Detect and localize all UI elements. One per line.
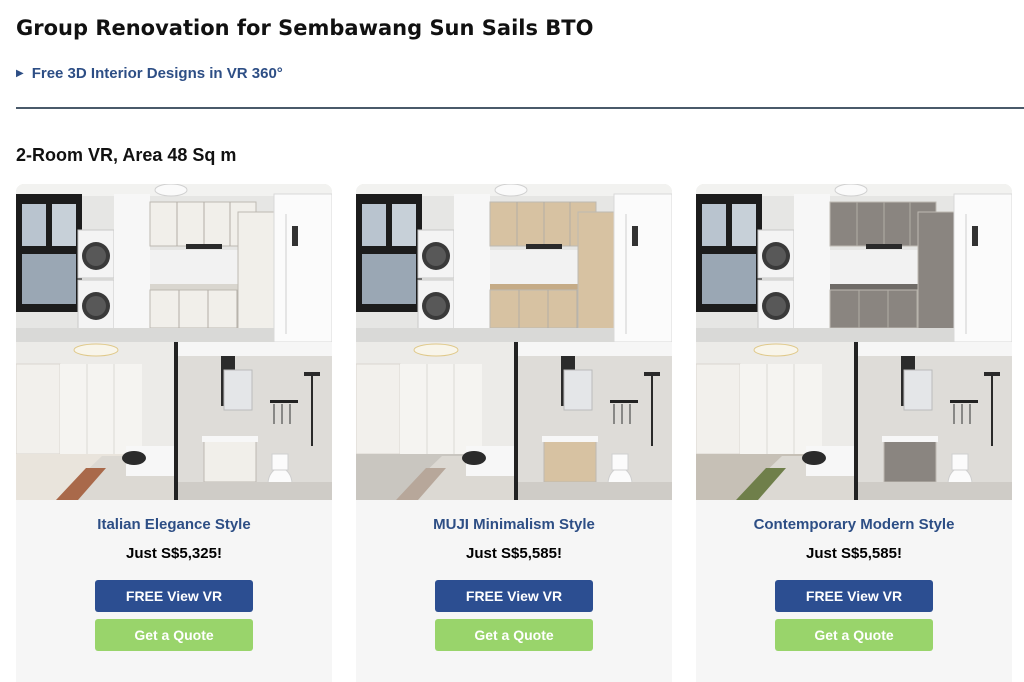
get-quote-button[interactable]: Get a Quote xyxy=(435,619,593,651)
vr-designs-disclosure[interactable]: ▶ Free 3D Interior Designs in VR 360° xyxy=(16,65,283,82)
view-vr-button[interactable]: FREE View VR xyxy=(95,580,253,612)
section-title: 2-Room VR, Area 48 Sq m xyxy=(16,145,237,165)
design-card: Contemporary Modern Style Just S$5,585! … xyxy=(696,184,1012,682)
style-name: Contemporary Modern Style xyxy=(753,516,955,533)
disclosure-triangle-icon: ▶ xyxy=(16,68,24,79)
interior-render-image xyxy=(356,184,672,500)
style-name: MUJI Minimalism Style xyxy=(433,516,595,533)
style-name: Italian Elegance Style xyxy=(97,516,251,533)
price: Just S$5,585! xyxy=(466,545,562,562)
get-quote-button[interactable]: Get a Quote xyxy=(775,619,933,651)
view-vr-button[interactable]: FREE View VR xyxy=(435,580,593,612)
view-vr-button[interactable]: FREE View VR xyxy=(775,580,933,612)
disclosure-label: Free 3D Interior Designs in VR 360° xyxy=(31,65,283,82)
section-divider xyxy=(16,107,1024,109)
design-card: MUJI Minimalism Style Just S$5,585! FREE… xyxy=(356,184,672,682)
get-quote-button[interactable]: Get a Quote xyxy=(95,619,253,651)
interior-render-image xyxy=(16,184,332,500)
design-card: Italian Elegance Style Just S$5,325! FRE… xyxy=(16,184,332,682)
price: Just S$5,325! xyxy=(126,545,222,562)
page-title: Group Renovation for Sembawang Sun Sails… xyxy=(16,16,594,40)
interior-render-image xyxy=(696,184,1012,500)
price: Just S$5,585! xyxy=(806,545,902,562)
